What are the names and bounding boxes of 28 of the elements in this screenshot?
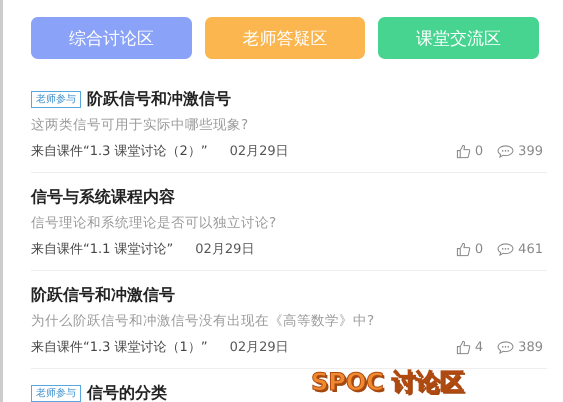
comment-count: 399 bbox=[518, 144, 543, 158]
post-date: 02月29日 bbox=[230, 339, 289, 356]
caption-label: SPOC 讨论区 bbox=[311, 367, 464, 398]
comment-icon[interactable] bbox=[497, 340, 514, 354]
thumbs-up-icon[interactable] bbox=[456, 242, 471, 256]
thumbs-up-icon[interactable] bbox=[456, 340, 471, 354]
comment-icon[interactable] bbox=[497, 242, 514, 256]
post-title[interactable]: 信号的分类 bbox=[87, 383, 167, 402]
comment-count: 389 bbox=[518, 340, 543, 354]
post-summary: 信号理论和系统理论是否可以独立讨论? bbox=[31, 214, 278, 232]
post-source: 来自课件“1.3 课堂讨论（2）” bbox=[31, 143, 208, 160]
comment-icon[interactable] bbox=[497, 144, 514, 158]
post-title[interactable]: 信号与系统课程内容 bbox=[31, 187, 175, 208]
post-date: 02月29日 bbox=[230, 143, 289, 160]
comment-count: 461 bbox=[518, 242, 543, 256]
post-summary: 这两类信号可用于实际中哪些现象? bbox=[31, 116, 250, 134]
post-title[interactable]: 阶跃信号和冲激信号 bbox=[87, 89, 231, 110]
post-source: 来自课件“1.1 课堂讨论” bbox=[31, 241, 174, 258]
post-summary: 为什么阶跃信号和冲激信号没有出现在《高等数学》中? bbox=[31, 312, 376, 330]
like-count: 4 bbox=[474, 340, 484, 354]
like-count: 0 bbox=[474, 242, 484, 256]
post-date: 02月29日 bbox=[195, 241, 254, 258]
like-count: 0 bbox=[474, 144, 484, 158]
post-source: 来自课件“1.3 课堂讨论（1）” bbox=[31, 339, 208, 356]
post-title[interactable]: 阶跃信号和冲激信号 bbox=[31, 285, 175, 306]
thumbs-up-icon[interactable] bbox=[456, 144, 471, 158]
teacher-badge: 老师参与 bbox=[31, 91, 81, 108]
teacher-badge: 老师参与 bbox=[31, 385, 81, 402]
